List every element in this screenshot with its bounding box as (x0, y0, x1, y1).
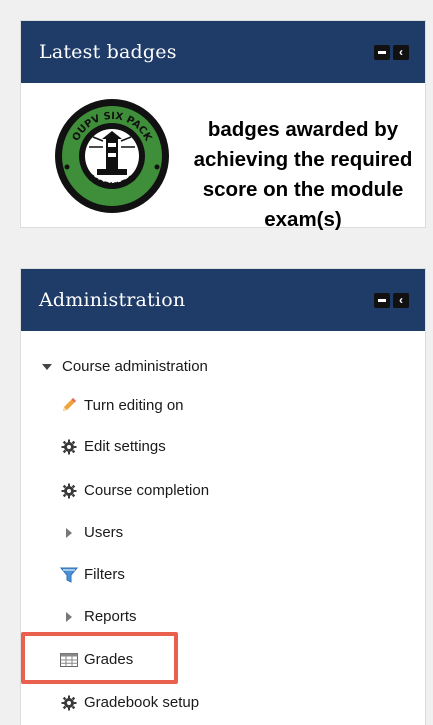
reports-label: Reports (84, 608, 137, 625)
caret-right-icon (60, 611, 78, 622)
administration-title: Administration (39, 289, 186, 311)
badge-image[interactable]: OUPV SIX PACK MODULE 1 (53, 97, 171, 215)
caret-down-icon (38, 363, 56, 370)
course-completion-link[interactable]: Course completion (60, 482, 209, 499)
grades-highlight-box (21, 632, 178, 684)
dock-block-icon[interactable]: ‹ (393, 44, 409, 60)
reports-node[interactable]: Reports (60, 608, 137, 625)
latest-badges-header: Latest badges ‹ (21, 21, 425, 83)
users-label: Users (84, 524, 124, 541)
pencil-icon (60, 396, 78, 414)
gear-icon (60, 483, 78, 499)
gradebook-setup-link[interactable]: Gradebook setup (60, 694, 199, 711)
edit-settings-link[interactable]: Edit settings (60, 438, 166, 455)
turn-editing-on-link[interactable]: Turn editing on (60, 396, 184, 414)
filters-link[interactable]: Filters (60, 566, 125, 583)
administration-header: Administration ‹ (21, 269, 425, 331)
course-administration-node[interactable]: Course administration (38, 358, 208, 375)
filter-icon (60, 567, 78, 583)
filters-label: Filters (84, 566, 125, 583)
collapse-block-icon[interactable] (374, 292, 390, 308)
block-controls: ‹ (374, 44, 409, 60)
caret-right-icon (60, 527, 78, 538)
gradebook-setup-label: Gradebook setup (84, 694, 200, 711)
badge-caption: badges awarded by achieving the required… (193, 118, 413, 231)
latest-badges-title: Latest badges (39, 41, 177, 63)
collapse-block-icon[interactable] (374, 44, 390, 60)
users-node[interactable]: Users (60, 524, 123, 541)
gear-icon (60, 439, 78, 455)
course-completion-label: Course completion (84, 482, 210, 499)
dock-block-icon[interactable]: ‹ (393, 292, 409, 308)
badge-content: OUPV SIX PACK MODULE 1 badges awarded by… (21, 83, 425, 231)
turn-editing-on-label: Turn editing on (84, 396, 184, 414)
edit-settings-label: Edit settings (84, 438, 166, 455)
latest-badges-block: Latest badges ‹ OUPV SIX PACK MODULE 1 b… (20, 20, 426, 231)
course-administration-label: Course administration (62, 358, 208, 375)
block-controls: ‹ (374, 292, 409, 308)
gear-icon (60, 695, 78, 711)
